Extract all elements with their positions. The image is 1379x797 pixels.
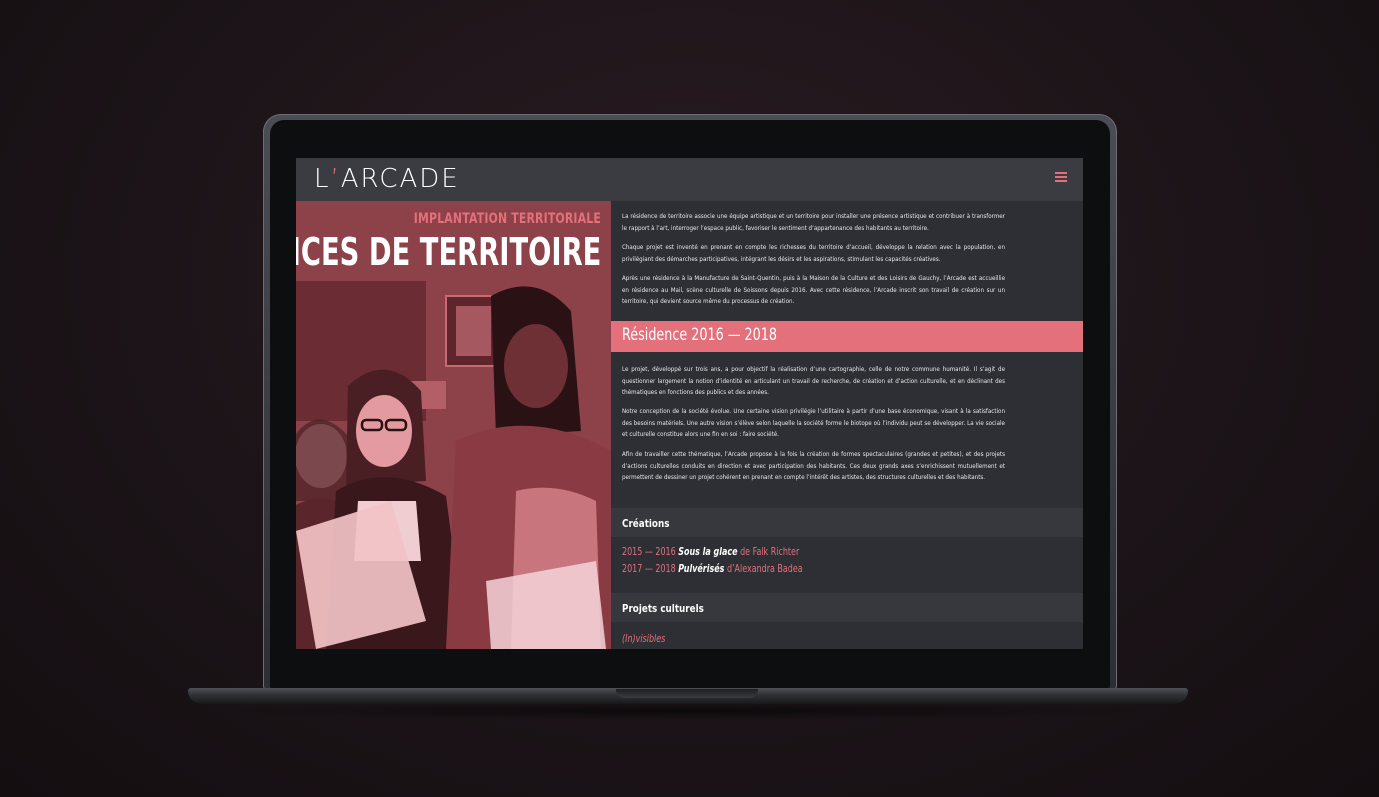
screen: L’ARCADE IMPLANTATION TERRITORIALE CES D…: [296, 158, 1083, 649]
site-logo[interactable]: L’ARCADE: [314, 164, 460, 194]
project-item[interactable]: (In)visibles: [622, 633, 665, 645]
projects-heading-band: Projets culturels: [611, 593, 1083, 622]
hamburger-icon[interactable]: [1055, 172, 1069, 184]
logo-apostrophe: ’: [330, 164, 341, 194]
creation-item[interactable]: 2017 — 2018 Pulvérisés d’Alexandra Badea: [622, 563, 803, 575]
residence-paragraph: Le projet, développé sur trois ans, a po…: [622, 366, 1005, 397]
laptop-notch: [616, 689, 758, 698]
projects-heading: Projets culturels: [622, 602, 704, 615]
content-column: La résidence de territoire associe une é…: [611, 201, 1083, 649]
laptop-shadow: [208, 702, 1168, 720]
residence-heading-band: Résidence 2016 — 2018: [611, 321, 1083, 352]
hero-eyebrow: IMPLANTATION TERRITORIALE: [413, 211, 601, 227]
residence-paragraph: Notre conception de la société évolue. U…: [622, 408, 1005, 439]
creations-heading: Créations: [622, 517, 670, 530]
page-title: RÉSIDENCES DE TERRITOIRE: [296, 230, 601, 274]
creation-item[interactable]: 2015 — 2016 Sous la glace de Falk Richte…: [622, 546, 799, 558]
creation-work: Sous la glace: [678, 546, 738, 558]
creation-work: Pulvérisés: [678, 563, 725, 575]
creation-author: d’Alexandra Badea: [726, 563, 803, 575]
intro-paragraph: La résidence de territoire associe une é…: [622, 213, 1005, 232]
residence-heading: Résidence 2016 — 2018: [622, 325, 777, 345]
creation-years: 2015 — 2016: [622, 546, 676, 558]
intro-paragraph: Après une résidence à la Manufacture de …: [622, 275, 1005, 306]
site-header: L’ARCADE: [296, 158, 1083, 201]
creation-author: de Falk Richter: [740, 546, 800, 558]
intro-paragraph: Chaque projet est inventé en prenant en …: [622, 244, 1005, 263]
creations-heading-band: Créations: [611, 508, 1083, 537]
creation-years: 2017 — 2018: [622, 563, 676, 575]
residence-paragraph: Afin de travailler cette thématique, l’A…: [622, 451, 1005, 482]
hero-image: IMPLANTATION TERRITORIALE RÉSIDENCES DE …: [296, 201, 611, 649]
